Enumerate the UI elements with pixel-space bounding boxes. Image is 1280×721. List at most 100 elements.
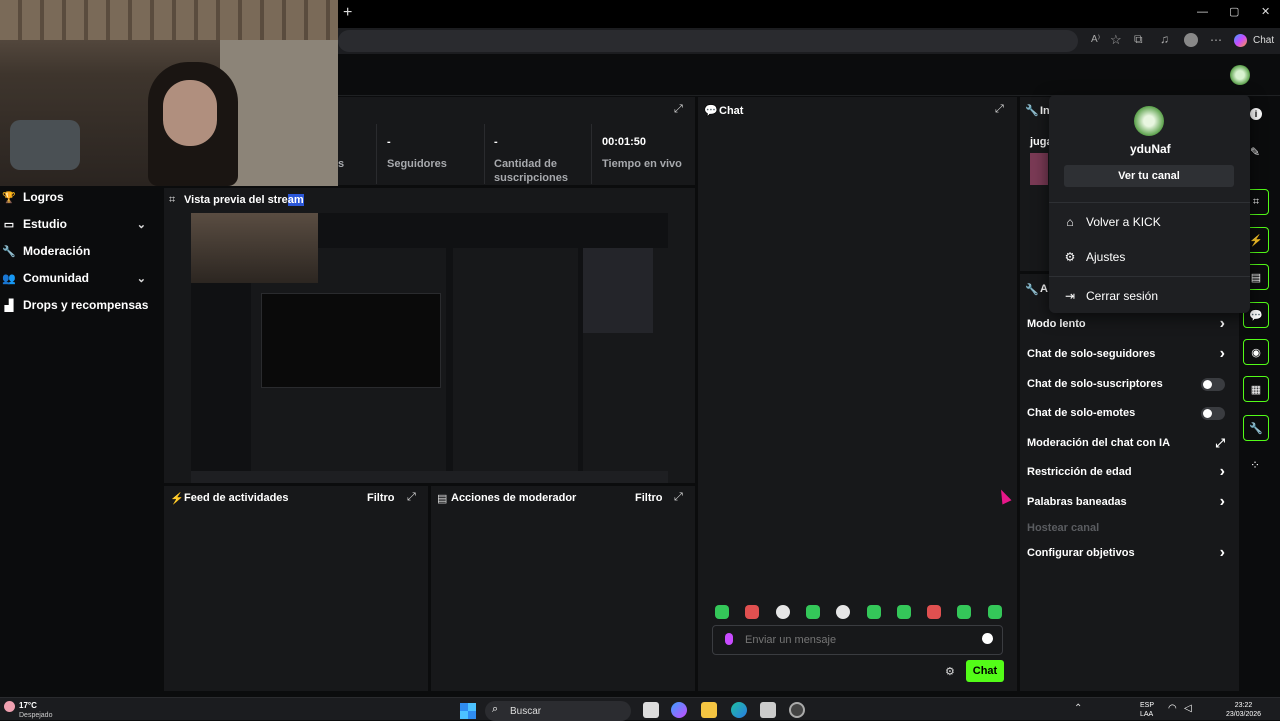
taskbar-search[interactable]	[485, 701, 631, 721]
expand-icon[interactable]: ⤢	[674, 103, 683, 116]
extensions-icon[interactable]: ⧉	[1134, 32, 1143, 47]
emote-icon[interactable]	[957, 605, 972, 619]
wifi-icon[interactable]: ◠	[1168, 703, 1177, 714]
send-chat-button[interactable]: Chat	[966, 660, 1004, 682]
rail-broadcast-button[interactable]: ◉	[1243, 339, 1269, 365]
mod-setting-row[interactable]: Restricción de edad ›	[1027, 462, 1227, 482]
emote-icon[interactable]	[805, 605, 820, 619]
favorite-star-icon[interactable]: ☆	[1110, 32, 1122, 48]
mod-actions-panel	[430, 485, 696, 692]
mod-setting-row[interactable]: Modo lento ›	[1027, 314, 1227, 334]
mod-setting-row[interactable]: Chat de solo-seguidores ›	[1027, 344, 1227, 364]
mod-setting-row[interactable]: Palabras baneadas ›	[1027, 492, 1227, 512]
emote-icon[interactable]	[896, 605, 911, 619]
rail-more-icon[interactable]: ⁘	[1250, 458, 1260, 472]
mod-setting-label: Chat de solo-seguidores	[1027, 348, 1156, 360]
nav-item-moderacion[interactable]: 🔧 Moderación	[0, 239, 160, 263]
stream-preview-video[interactable]	[191, 213, 668, 483]
emote-icon[interactable]	[715, 605, 729, 619]
mod-setting-row[interactable]: Configurar objetivos ›	[1027, 543, 1227, 563]
info-icon[interactable]: i	[1250, 108, 1262, 120]
clock[interactable]: 23:22 23/03/2026	[1226, 701, 1261, 719]
settings-item[interactable]: ⚙ Ajustes	[1063, 247, 1126, 267]
wrench-icon: 🔧	[2, 245, 16, 258]
chat-panel	[697, 96, 1018, 692]
copilot-app-icon[interactable]	[671, 702, 687, 718]
activity-feed-panel	[163, 485, 429, 692]
emoji-icon[interactable]	[982, 633, 993, 644]
search-icon: ⌕	[492, 703, 499, 715]
nav-item-comunidad[interactable]: 👥 Comunidad ⌄	[0, 266, 160, 290]
expand-icon[interactable]: ⤢	[407, 491, 416, 504]
nav-item-label: Logros	[23, 190, 64, 204]
edge-icon[interactable]	[731, 702, 747, 718]
rail-wrench-button[interactable]: 🔧	[1243, 415, 1269, 441]
lightning-icon: ⚡	[170, 493, 184, 505]
chevron-down-icon[interactable]: ⌄	[137, 272, 146, 285]
windows-start-icon[interactable]	[460, 703, 476, 719]
store-icon[interactable]	[760, 702, 776, 718]
wrench-icon: 🔧	[1025, 284, 1039, 296]
close-window-button[interactable]: ✕	[1261, 5, 1270, 18]
expand-icon[interactable]: ⤢	[674, 491, 683, 504]
read-aloud-icon[interactable]: A⁾	[1091, 34, 1100, 45]
emote-icon[interactable]	[775, 605, 790, 619]
nav-item-label: Comunidad	[23, 271, 89, 285]
rail-layout-button[interactable]: ▦	[1243, 376, 1269, 402]
copilot-chat-label[interactable]: Chat	[1253, 35, 1274, 46]
mod-setting-row[interactable]: Chat de solo-emotes	[1027, 403, 1227, 423]
chat-input[interactable]	[745, 631, 975, 649]
collections-icon[interactable]: ♫	[1160, 32, 1169, 46]
panel-title: Vista previa del stream	[184, 194, 304, 206]
panel-title: Feed de actividades	[184, 492, 289, 504]
nav-item-estudio[interactable]: ▭ Estudio ⌄	[0, 212, 160, 236]
chevron-up-icon[interactable]: ⌃	[1074, 703, 1082, 714]
filter-button[interactable]: Filtro	[635, 492, 663, 504]
language-indicator[interactable]: ESP LAA	[1140, 701, 1154, 719]
nav-item-logros[interactable]: 🏆 Logros	[0, 185, 160, 209]
emote-icon[interactable]	[927, 605, 942, 619]
minimize-button[interactable]: —	[1197, 6, 1208, 18]
gear-icon: ⚙	[1064, 250, 1076, 264]
volume-icon[interactable]: ◁	[1184, 703, 1192, 714]
weather-icon[interactable]	[4, 701, 15, 712]
emote-icon[interactable]	[866, 605, 881, 619]
microphone-icon[interactable]	[725, 633, 733, 645]
toggle-switch[interactable]	[1201, 406, 1225, 420]
weather-temp[interactable]: 17°C	[19, 701, 37, 710]
expand-icon[interactable]: ⤢	[995, 103, 1004, 116]
logout-item[interactable]: ⇥ Cerrar sesión	[1063, 286, 1158, 306]
stat-label: s	[338, 158, 345, 170]
view-channel-button[interactable]: Ver tu canal	[1064, 165, 1234, 187]
filter-button[interactable]: Filtro	[367, 492, 395, 504]
mod-setting-row[interactable]: Chat de solo-suscriptores	[1027, 374, 1227, 394]
stat-divider	[376, 124, 377, 184]
mod-setting-label: Restricción de edad	[1027, 466, 1132, 478]
user-avatar[interactable]	[1230, 65, 1250, 85]
copilot-icon[interactable]	[1234, 34, 1247, 47]
mod-settings-panel	[1019, 273, 1240, 692]
game-thumbnail	[1030, 153, 1048, 185]
toggle-switch[interactable]	[1201, 377, 1225, 391]
mod-setting-row[interactable]: Moderación del chat con IA ⤢	[1027, 433, 1227, 453]
chevron-down-icon[interactable]: ⌄	[137, 218, 146, 231]
task-view-icon[interactable]	[643, 702, 659, 718]
chat-settings-icon[interactable]: ⚙	[945, 665, 955, 678]
back-to-kick-item[interactable]: ⌂ Volver a KICK	[1063, 212, 1160, 232]
preview-icon: ⌗	[169, 194, 176, 206]
profile-icon[interactable]	[1184, 33, 1198, 47]
nav-item-drops[interactable]: ▟ Drops y recompensas	[0, 293, 160, 317]
file-explorer-icon[interactable]	[701, 702, 717, 718]
address-field[interactable]	[338, 30, 1078, 52]
clock-time: 23:22	[1234, 702, 1253, 709]
mod-setting-label: Configurar objetivos	[1027, 547, 1135, 559]
more-icon[interactable]: ⋯	[1210, 33, 1222, 47]
obs-icon[interactable]	[789, 702, 805, 718]
new-tab-button[interactable]: +	[343, 4, 352, 22]
maximize-button[interactable]: ▢	[1229, 5, 1239, 18]
edit-icon[interactable]: ✎	[1250, 145, 1260, 159]
webcam-overlay	[0, 0, 338, 186]
emote-icon[interactable]	[745, 605, 760, 619]
home-icon: ⌂	[1066, 215, 1074, 229]
emote-icon[interactable]	[987, 605, 1002, 619]
